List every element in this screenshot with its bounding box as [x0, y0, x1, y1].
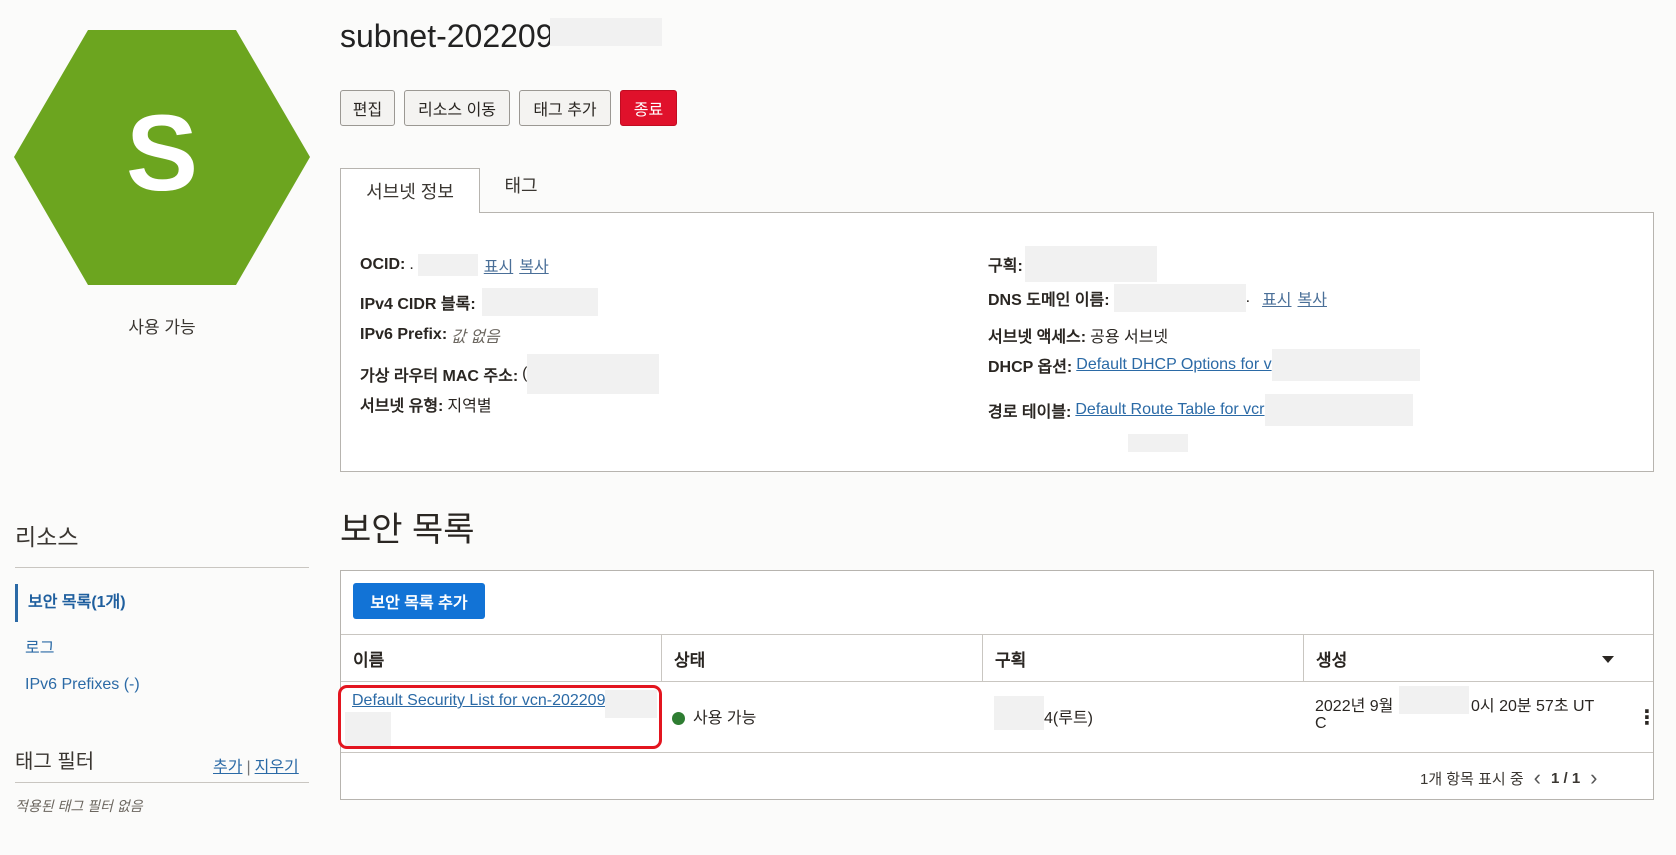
redacted-region	[1024, 246, 1157, 282]
dns-copy-link[interactable]: 복사	[1298, 286, 1327, 310]
redacted-region	[1264, 394, 1413, 426]
security-list-name-link[interactable]: Default Security List for vcn-202209	[352, 692, 605, 709]
redacted-region	[417, 254, 478, 276]
virtual-router-row: 가상 라우터 MAC 주소: (	[360, 354, 660, 394]
column-header-name[interactable]: 이름	[341, 635, 661, 681]
divider	[15, 782, 309, 783]
subnet-type-label: 서브넷 유형:	[360, 398, 444, 415]
item-count-text: 1개 항목 표시 중	[1420, 770, 1524, 788]
tab-subnet-info[interactable]: 서브넷 정보	[340, 168, 480, 213]
ipv4-label: IPv4 CIDR 블록:	[360, 296, 476, 313]
redacted-region	[527, 354, 660, 394]
redacted-region	[1113, 284, 1246, 312]
ipv4-row: IPv4 CIDR 블록:	[360, 288, 598, 316]
sort-descending-icon[interactable]	[1602, 656, 1614, 663]
resource-icon-letter: S	[126, 92, 198, 213]
dhcp-options-link[interactable]: Default DHCP Options for v	[1076, 356, 1271, 374]
tag-filter-actions: 추가 | 지우기	[213, 753, 299, 777]
route-table-row: 경로 테이블: Default Route Table for vcr	[988, 394, 1413, 426]
sidebar-item-ipv6-prefixes[interactable]: IPv6 Prefixes (-)	[15, 676, 305, 694]
subnet-access-label: 서브넷 액세스:	[988, 329, 1087, 346]
ipv6-label: IPv6 Prefix:	[360, 326, 448, 343]
redacted-region	[1399, 686, 1469, 714]
column-header-compartment[interactable]: 구획	[983, 635, 1303, 681]
status-available-icon	[672, 712, 685, 726]
dhcp-label: DHCP 옵션:	[988, 359, 1073, 376]
chevron-left-icon[interactable]: ‹	[1534, 765, 1541, 791]
dns-show-link[interactable]: 표시	[1262, 286, 1291, 310]
created-cell-tail: C	[1315, 715, 1327, 732]
ipv6-value: 값 없음	[451, 329, 500, 346]
terminate-button[interactable]: 종료	[620, 90, 677, 126]
compartment-cell: 4(루트)	[1044, 710, 1093, 727]
resources-heading: 리소스	[15, 524, 79, 550]
move-resource-button[interactable]: 리소스 이동	[404, 90, 510, 126]
redacted-region	[481, 288, 598, 316]
table-header: 이름 상태 구획 생성	[341, 634, 1653, 682]
tag-filter-add-link[interactable]: 추가	[213, 759, 242, 776]
compartment-label: 구획:	[988, 258, 1023, 275]
resource-status: 사용 가능	[128, 318, 196, 337]
sidebar-item-logs[interactable]: 로그	[15, 634, 305, 658]
dns-value: .	[1245, 289, 1251, 306]
chevron-right-icon[interactable]: ›	[1590, 765, 1597, 791]
row-actions-kebab-icon[interactable]: ⋮	[1637, 705, 1657, 730]
tag-filter-heading: 태그 필터	[15, 751, 95, 773]
dhcp-row: DHCP 옵션: Default DHCP Options for v	[988, 349, 1420, 381]
resource-icon: S	[14, 30, 310, 285]
page-title: subnet-202209	[340, 18, 554, 54]
route-table-label: 경로 테이블:	[988, 404, 1072, 421]
created-cell-time: 0시 20분 57초 UT	[1471, 698, 1595, 715]
redacted-region	[994, 696, 1044, 730]
sidebar-item-security-lists[interactable]: 보안 목록(1개)	[15, 584, 305, 622]
ocid-copy-link[interactable]: 복사	[519, 253, 548, 277]
edit-button[interactable]: 편집	[340, 90, 395, 126]
redacted-region	[605, 690, 657, 718]
dns-label: DNS 도메인 이름:	[988, 292, 1110, 309]
compartment-row: 구획:	[988, 246, 1157, 282]
tag-filter-separator: |	[246, 759, 251, 776]
subnet-type-value: 지역별	[447, 398, 492, 415]
ocid-value: .	[409, 256, 414, 273]
tag-filter-clear-link[interactable]: 지우기	[255, 759, 299, 776]
table-row: Default Security List for vcn-202209	[352, 692, 605, 710]
column-header-created[interactable]: 생성	[1304, 635, 1652, 681]
ocid-row: OCID: . 표시 복사	[360, 253, 549, 277]
hexagon-icon: S	[14, 30, 310, 285]
subnet-access-value: 공용 서브넷	[1090, 329, 1169, 346]
status-cell: 사용 가능	[672, 704, 756, 728]
dns-row: DNS 도메인 이름: . 표시 복사	[988, 284, 1327, 312]
add-tags-button[interactable]: 태그 추가	[519, 90, 611, 126]
status-text: 사용 가능	[693, 710, 757, 727]
tag-filter-empty: 적용된 태그 필터 없음	[15, 798, 143, 814]
add-security-list-button[interactable]: 보안 목록 추가	[353, 583, 485, 619]
redacted-region	[550, 18, 662, 46]
redacted-region	[345, 712, 391, 746]
ocid-show-link[interactable]: 표시	[484, 253, 513, 277]
redacted-region	[1271, 349, 1420, 381]
virtual-router-label: 가상 라우터 MAC 주소:	[360, 368, 519, 385]
tab-tags[interactable]: 태그	[486, 162, 556, 207]
ipv6-row: IPv6 Prefix: 값 없음	[360, 323, 500, 347]
security-lists-heading: 보안 목록	[340, 511, 475, 549]
subnet-access-row: 서브넷 액세스: 공용 서브넷	[988, 323, 1168, 347]
divider	[341, 752, 1653, 753]
created-cell-date: 2022년 9월	[1315, 698, 1394, 715]
column-header-status[interactable]: 상태	[662, 635, 982, 681]
table-footer: 1개 항목 표시 중 ‹ 1 / 1 ›	[1420, 765, 1598, 791]
route-table-link[interactable]: Default Route Table for vcr	[1075, 401, 1264, 419]
page-indicator: 1 / 1	[1550, 769, 1581, 787]
divider	[15, 567, 309, 568]
redacted-region	[1128, 434, 1188, 452]
ocid-label: OCID:	[360, 256, 406, 273]
subnet-type-row: 서브넷 유형: 지역별	[360, 392, 492, 416]
